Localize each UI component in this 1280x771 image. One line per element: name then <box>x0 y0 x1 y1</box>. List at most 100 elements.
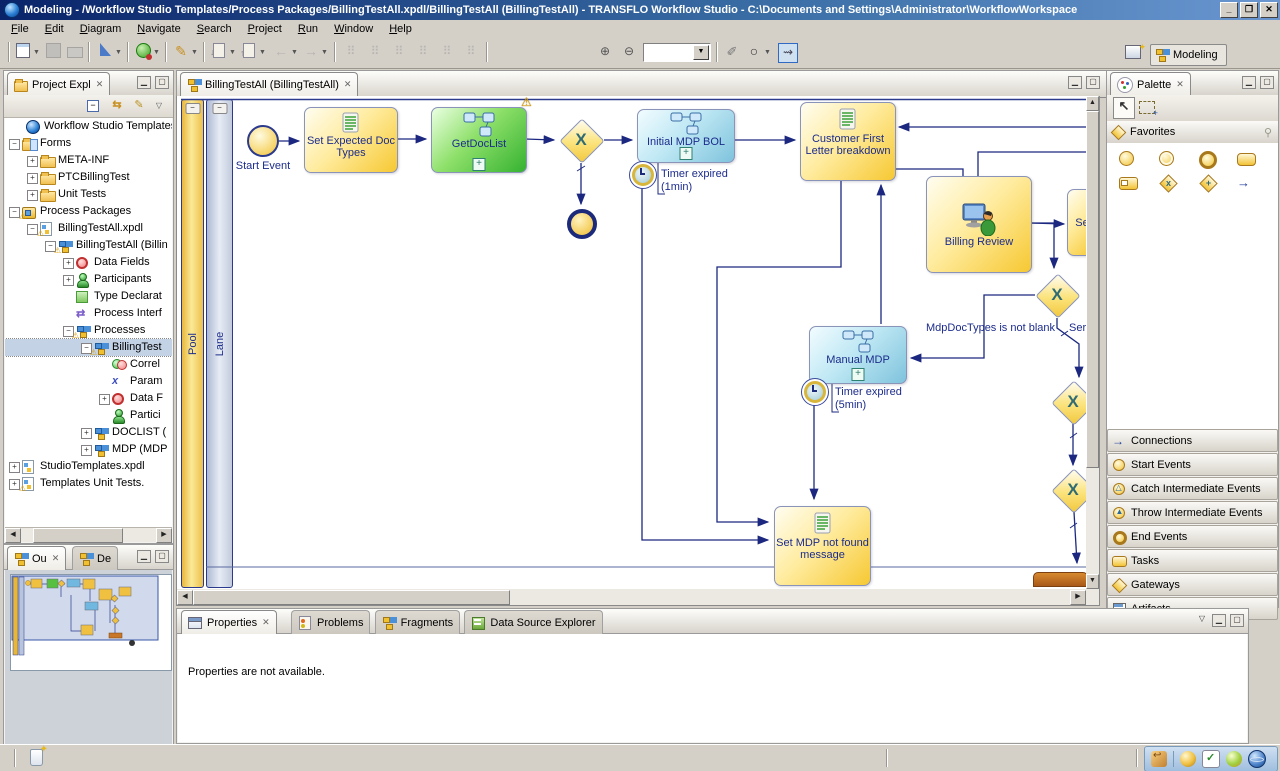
palette-category-start-events[interactable]: Start Events <box>1107 453 1278 476</box>
task-manual-mdp[interactable]: Manual MDP + <box>809 326 907 384</box>
select-tool-icon[interactable]: ↖ <box>1113 97 1135 119</box>
palette-category-tasks[interactable]: Tasks <box>1107 549 1278 572</box>
tree-item-process-interf[interactable]: ⇄Process Interf <box>5 305 172 322</box>
tree-item-billingtest[interactable]: −⚠BillingTest <box>5 339 172 356</box>
title-bar[interactable]: Modeling - /Workflow Studio Templates/Pr… <box>0 0 1280 20</box>
scroll-right-icon[interactable]: ▶ <box>156 528 172 543</box>
expand-subprocess-icon[interactable]: + <box>852 368 865 381</box>
distribute-horizontal-icon[interactable]: ⠿ <box>414 43 432 61</box>
new-wizard-dropdown[interactable]: ▼ <box>33 49 40 56</box>
close-icon[interactable]: ✕ <box>262 617 270 628</box>
minimize-view-icon[interactable]: ▁ <box>1068 76 1082 89</box>
view-menu-icon[interactable]: ▽ <box>151 98 167 114</box>
align-center-icon[interactable]: ⠿ <box>366 43 384 61</box>
discovery-tray-icon[interactable] <box>1180 751 1196 767</box>
scroll-left-icon[interactable]: ◀ <box>177 590 193 605</box>
align-left-icon[interactable]: ⠿ <box>342 43 360 61</box>
menu-search[interactable]: Search <box>190 22 239 36</box>
tree-item-meta-inf[interactable]: +META-INF <box>5 152 172 169</box>
tree-item-ptcbillingtest[interactable]: +PTCBillingTest <box>5 169 172 186</box>
tab-palette[interactable]: Palette ✕ <box>1110 72 1191 96</box>
customize-view-icon[interactable]: ✎ <box>131 98 147 114</box>
canvas-hscrollbar[interactable]: ◀ ▶ <box>177 589 1086 605</box>
favorite-intermediate-event[interactable] <box>1159 151 1179 167</box>
tree-item-templates-unit-tests[interactable]: +⚠Templates Unit Tests. <box>5 475 172 492</box>
expand-icon[interactable]: + <box>27 156 38 167</box>
tab-properties[interactable]: Properties✕ <box>181 610 277 634</box>
palette-category-connections[interactable]: Connections <box>1107 429 1278 452</box>
task-customer-first-letter[interactable]: Customer First Letter breakdown <box>800 102 896 181</box>
tab-data-source-explorer[interactable]: Data Source Explorer <box>464 610 602 634</box>
validate-dropdown[interactable]: ▼ <box>115 49 122 56</box>
highlighter-icon[interactable]: ✎ <box>172 43 190 61</box>
minimize-button[interactable]: _ <box>1220 2 1238 18</box>
favorite-end-event[interactable] <box>1199 151 1219 167</box>
zoom-combo-dropdown[interactable]: ▼ <box>693 45 709 60</box>
tree-item-participants[interactable]: +Participants <box>5 271 172 288</box>
align-right-icon[interactable]: ⠿ <box>390 43 408 61</box>
back-dropdown[interactable]: ▼ <box>291 49 298 56</box>
tree-item-doclist[interactable]: +DOCLIST ( <box>5 424 172 441</box>
tree-item-unit-tests[interactable]: +Unit Tests <box>5 186 172 203</box>
minimize-view-icon[interactable]: ▁ <box>137 550 151 563</box>
scroll-left-icon[interactable]: ◀ <box>5 528 21 543</box>
favorite-sequence-flow[interactable]: → <box>1237 175 1257 191</box>
tree-item-param[interactable]: xParam <box>5 373 172 390</box>
start-event-node[interactable] <box>247 125 279 157</box>
expand-icon[interactable]: + <box>81 428 92 439</box>
diagram-canvas[interactable]: − Pool − Lane <box>176 96 1100 606</box>
canvas-vscrollbar[interactable]: ▲ ▼ <box>1086 96 1099 589</box>
tree-item-mdp-mdp[interactable]: +MDP (MDP <box>5 441 172 458</box>
menu-run[interactable]: Run <box>291 22 325 36</box>
minimize-view-icon[interactable]: ▁ <box>137 76 151 89</box>
tab-outline[interactable]: Ou ✕ <box>7 546 66 570</box>
task-initial-mdp-bol[interactable]: Initial MDP BOL + <box>637 109 735 163</box>
palette-category-throw-intermediate-events[interactable]: Throw Intermediate Events <box>1107 501 1278 524</box>
collapse-icon[interactable]: − <box>9 139 20 150</box>
new-wizard-icon[interactable] <box>14 43 32 61</box>
open-perspective-icon[interactable]: ✦ <box>1122 45 1144 63</box>
expand-icon[interactable]: + <box>9 462 20 473</box>
expand-icon[interactable]: + <box>27 190 38 201</box>
menu-edit[interactable]: Edit <box>38 22 71 36</box>
palette-category-end-events[interactable]: End Events <box>1107 525 1278 548</box>
update-tray-icon[interactable] <box>1226 751 1242 767</box>
close-icon[interactable]: ✕ <box>1176 79 1184 90</box>
zoom-in-icon[interactable]: ⊕ <box>596 43 614 61</box>
task-getdoclist[interactable]: GetDocList + <box>431 107 527 173</box>
menu-help[interactable]: Help <box>382 22 419 36</box>
tab-fragments[interactable]: Fragments <box>375 610 461 634</box>
task-partial-bottom[interactable] <box>1033 572 1088 587</box>
note-pen-icon[interactable]: ✐ <box>723 43 741 61</box>
tree-item-workflow-studio-templates[interactable]: Workflow Studio Templates <box>5 118 172 135</box>
validate-icon[interactable] <box>96 43 114 61</box>
match-size-icon[interactable]: ⠿ <box>462 43 480 61</box>
highlighter-dropdown[interactable]: ▼ <box>191 49 198 56</box>
workspace-tray-icon[interactable] <box>1151 751 1167 767</box>
view-menu-icon[interactable]: ▽ <box>1196 614 1208 625</box>
tree-item-data-f[interactable]: +Data F <box>5 390 172 407</box>
favorite-parallel-gateway[interactable]: + <box>1199 175 1219 191</box>
palette-category-catch-intermediate-events[interactable]: Catch Intermediate Events <box>1107 477 1278 500</box>
close-icon[interactable]: ✕ <box>344 79 352 90</box>
scroll-right-icon[interactable]: ▶ <box>1070 590 1086 605</box>
expand-icon[interactable]: + <box>63 275 74 286</box>
maximize-view-icon[interactable]: ▢ <box>155 76 169 89</box>
tree-item-forms[interactable]: −Forms <box>5 135 172 152</box>
task-set-expected-doc-types[interactable]: Set Expected Doc Types <box>304 107 398 173</box>
maximize-view-icon[interactable]: ▢ <box>1086 76 1100 89</box>
tree-item-partici[interactable]: Partici <box>5 407 172 424</box>
zoom-out-icon[interactable]: ⊖ <box>620 43 638 61</box>
print-icon[interactable] <box>66 43 84 61</box>
end-event-node[interactable] <box>567 209 597 239</box>
connection-router-icon[interactable]: ⇝ <box>778 43 798 63</box>
favorite-xor-gateway[interactable]: x <box>1159 175 1179 191</box>
outline-thumbnail[interactable] <box>5 570 172 744</box>
task-set-mdp-not-found[interactable]: Set MDP not found message <box>774 506 871 586</box>
favorite-task[interactable] <box>1237 151 1257 167</box>
maximize-view-icon[interactable]: ▢ <box>1260 76 1274 89</box>
task-billing-review[interactable]: Billing Review <box>926 176 1032 273</box>
tree-item-type-declarat[interactable]: Type Declarat <box>5 288 172 305</box>
prev-annotation-dropdown[interactable]: ▼ <box>259 49 266 56</box>
favorite-subprocess[interactable] <box>1119 175 1139 191</box>
